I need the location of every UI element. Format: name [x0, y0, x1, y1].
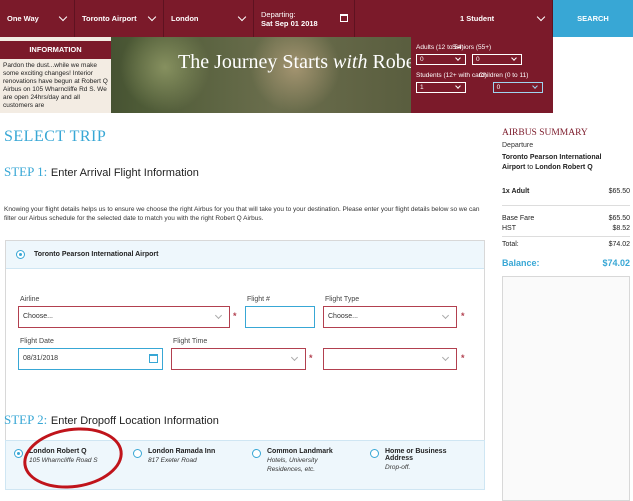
chevron-down-icon	[441, 311, 450, 320]
chevron-down-icon	[290, 353, 299, 362]
airport-option-label: Toronto Pearson International Airport	[34, 251, 159, 258]
balance-row: Balance: $74.02	[502, 258, 630, 268]
flight-type-select[interactable]: Choose...	[323, 306, 457, 328]
seniors-label: Seniors (55+)	[452, 44, 492, 51]
airline-label: Airline	[20, 296, 40, 303]
students-select[interactable]: 1	[416, 82, 466, 93]
departing-date: Sat Sep 01 2018	[261, 18, 318, 28]
passengers-select[interactable]: 1 Student	[355, 0, 553, 37]
seniors-select[interactable]: 0	[472, 54, 522, 65]
chevron-down-icon	[237, 12, 247, 22]
chevron-down-icon	[147, 12, 157, 22]
radio-icon[interactable]	[370, 449, 379, 458]
ampm-select[interactable]	[323, 348, 457, 370]
airport-option[interactable]: Toronto Pearson International Airport	[6, 241, 484, 269]
required-marker: *	[461, 353, 465, 363]
search-button[interactable]: SEARCH	[553, 0, 633, 37]
chevron-down-icon	[214, 311, 223, 320]
dropoff-address: Drop-off.	[385, 464, 411, 471]
summary-item-row: 1x Adult $65.50	[502, 188, 630, 195]
flight-time-select[interactable]	[171, 348, 306, 370]
origin-value: Toronto Airport	[82, 14, 137, 23]
dropoff-title: Home or Business Address	[385, 448, 447, 462]
origin-select[interactable]: Toronto Airport	[75, 0, 164, 37]
base-fare-row: Base Fare $65.50	[502, 215, 630, 222]
chevron-down-icon	[455, 83, 461, 89]
booking-bar: One Way Toronto Airport London Departing…	[0, 0, 633, 37]
hst-row: HST $8.52	[502, 225, 630, 232]
flight-date-input[interactable]: 08/31/2018	[18, 348, 163, 370]
calendar-icon[interactable]	[149, 354, 158, 363]
dropoff-title: London Ramada Inn	[148, 448, 216, 455]
flight-date-label: Flight Date	[20, 338, 54, 345]
summary-departure-label: Departure	[502, 142, 534, 149]
trip-type-select[interactable]: One Way	[0, 0, 75, 37]
dropoff-title: Common Landmark	[267, 448, 333, 455]
children-label: Children (0 to 11)	[478, 72, 529, 79]
flight-type-label: Flight Type	[325, 296, 360, 303]
dropoff-option-home[interactable]: Home or Business Address Drop-off.	[370, 448, 465, 472]
summary-route: Toronto Pearson International Airport to…	[502, 154, 602, 171]
adults-select[interactable]: 0	[416, 54, 466, 65]
trip-type-value: One Way	[7, 14, 39, 23]
information-body: Pardon the dust...while we make some exc…	[3, 62, 108, 109]
airline-select[interactable]: Choose...	[18, 306, 230, 328]
step2-heading: STEP 2: Enter Dropoff Location Informati…	[4, 412, 219, 427]
total-row: Total: $74.02	[502, 241, 630, 248]
chevron-down-icon	[58, 12, 68, 22]
flight-time-label: Flight Time	[173, 338, 208, 345]
summary-panel-box	[502, 276, 630, 501]
students-label: Students (12+ with card)	[416, 72, 487, 79]
flight-number-input[interactable]	[245, 306, 315, 328]
passenger-count-panel: Adults (12 to 54) 0 Seniors (55+) 0 Stud…	[411, 37, 553, 113]
flight-number-label: Flight #	[247, 296, 270, 303]
airbus-summary: AIRBUS SUMMARY Departure Toronto Pearson…	[500, 113, 633, 501]
summary-title: AIRBUS SUMMARY	[502, 128, 588, 138]
departing-label: Departing:	[261, 9, 296, 19]
passengers-value: 1 Student	[460, 14, 495, 23]
required-marker: *	[461, 311, 465, 321]
calendar-icon	[340, 14, 348, 22]
dropoff-option-landmark[interactable]: Common Landmark Hotels, University Resid…	[252, 448, 349, 474]
required-marker: *	[233, 311, 237, 321]
step1-intro: Knowing your flight details helps us to …	[4, 206, 480, 222]
chevron-down-icon	[455, 55, 461, 61]
chevron-down-icon	[441, 353, 450, 362]
information-title: INFORMATION	[0, 41, 111, 59]
page-title: SELECT TRIP	[4, 128, 107, 145]
radio-selected-icon[interactable]	[16, 250, 25, 259]
dropoff-address: 817 Exeter Road	[148, 457, 197, 464]
radio-icon[interactable]	[252, 449, 261, 458]
destination-value: London	[171, 14, 199, 23]
children-select[interactable]: 0	[492, 82, 543, 93]
departing-date-picker[interactable]: Departing: Sat Sep 01 2018	[254, 0, 355, 37]
dropoff-option-ramada[interactable]: London Ramada Inn 817 Exeter Road	[133, 448, 215, 465]
radio-selected-icon[interactable]	[14, 449, 23, 458]
step1-heading: STEP 1: Enter Arrival Flight Information	[4, 164, 199, 179]
required-marker: *	[309, 353, 313, 363]
chevron-down-icon	[536, 12, 546, 22]
hero-title: The Journey Starts with Robe	[178, 51, 415, 73]
information-panel: INFORMATION Pardon the dust...while we m…	[0, 37, 111, 113]
destination-select[interactable]: London	[164, 0, 254, 37]
dropoff-address: Hotels, University Residences, etc.	[267, 457, 318, 473]
chevron-down-icon	[511, 55, 517, 61]
chevron-down-icon	[531, 83, 538, 89]
radio-icon[interactable]	[133, 449, 142, 458]
